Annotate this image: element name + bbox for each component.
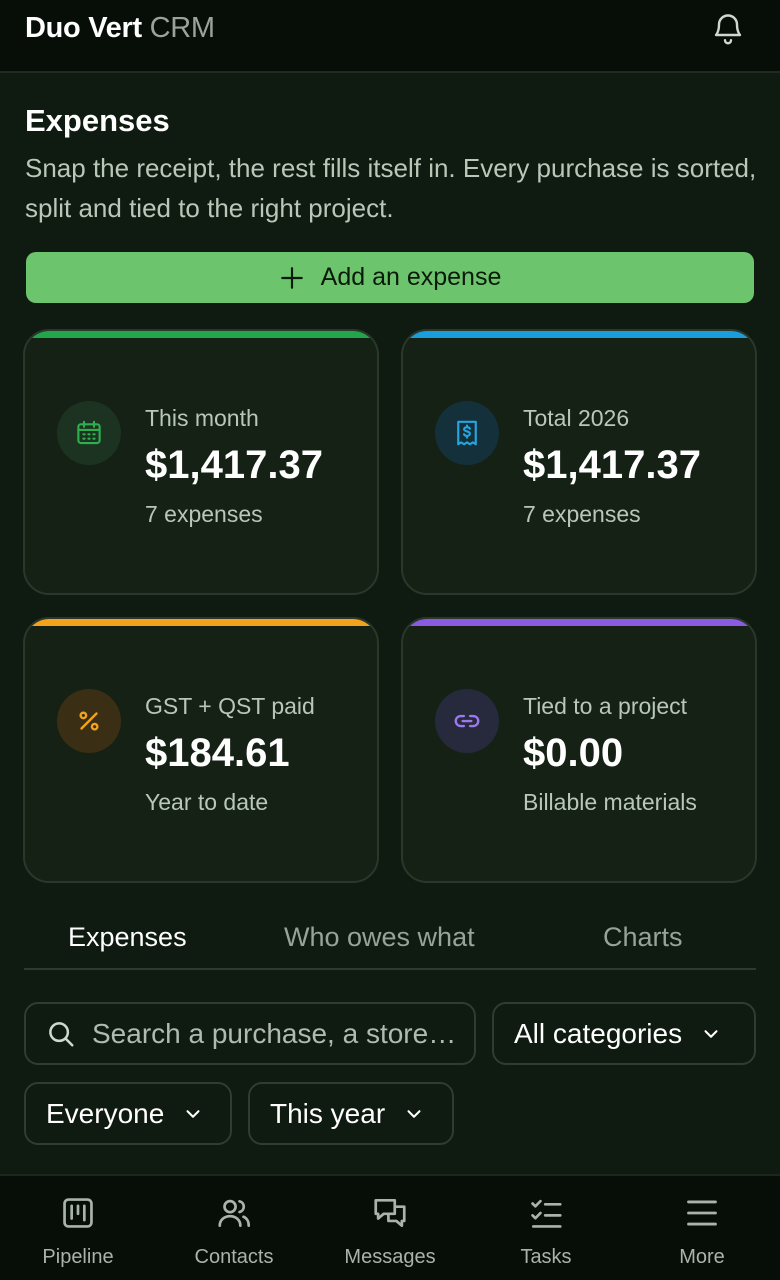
- stat-card-projects: Tied to a project $0.00 Billable materia…: [401, 617, 757, 883]
- chevron-down-icon: [407, 1109, 421, 1118]
- stat-value: $1,417.37: [523, 443, 701, 487]
- period-select[interactable]: This year: [248, 1082, 454, 1145]
- brand-suffix: CRM: [149, 12, 215, 44]
- stat-card-taxes: GST + QST paid $184.61 Year to date: [23, 617, 379, 883]
- stat-label: Tied to a project: [523, 693, 688, 719]
- stat-note: 7 expenses: [145, 501, 263, 527]
- person-select[interactable]: Everyone: [24, 1082, 232, 1145]
- stat-label: GST + QST paid: [145, 693, 315, 719]
- messages-icon: [374, 1198, 406, 1228]
- nav-item-contacts[interactable]: Contacts: [156, 1176, 312, 1280]
- link-icon: [435, 689, 499, 753]
- stat-card-this-month: This month $1,417.37 7 expenses: [23, 329, 379, 595]
- stat-value: $0.00: [523, 731, 624, 775]
- nav-item-messages[interactable]: Messages: [312, 1176, 468, 1280]
- search-box: [24, 1002, 476, 1065]
- stat-label: Total 2026: [523, 405, 630, 431]
- nav-item-more[interactable]: More: [624, 1176, 780, 1280]
- stat-note: Billable materials: [523, 789, 697, 815]
- pipeline-icon: [63, 1198, 93, 1228]
- contacts-icon: [218, 1199, 251, 1228]
- nav-label: Contacts: [194, 1246, 274, 1268]
- nav-item-tasks[interactable]: Tasks: [468, 1176, 624, 1280]
- page-title: Expenses: [25, 103, 170, 138]
- stat-note: 7 expenses: [523, 501, 641, 527]
- category-select[interactable]: All categories: [492, 1002, 756, 1065]
- app-brand[interactable]: Duo Vert CRM: [25, 12, 215, 45]
- top-bar: Duo Vert CRM: [0, 0, 780, 73]
- tab-bar: Expenses Who owes what Charts: [24, 918, 756, 970]
- brand-name: Duo Vert: [25, 12, 142, 44]
- tasks-icon: [531, 1199, 562, 1228]
- tab-who-owes-what[interactable]: Who owes what: [284, 922, 475, 953]
- search-input[interactable]: [92, 1017, 462, 1050]
- add-expense-button[interactable]: Add an expense: [26, 252, 754, 303]
- plus-icon: [280, 266, 303, 289]
- receipt-icon: [435, 401, 499, 465]
- stat-note: Year to date: [145, 789, 269, 815]
- period-select-value: This year: [270, 1097, 386, 1129]
- nav-label: Messages: [344, 1246, 436, 1268]
- tab-expenses[interactable]: Expenses: [68, 922, 187, 953]
- menu-icon: [687, 1200, 717, 1226]
- bottom-navigation: Pipeline Contacts Messages Tasks More: [0, 1174, 780, 1280]
- category-select-value: All categories: [514, 1017, 683, 1049]
- nav-label: Tasks: [520, 1246, 572, 1268]
- stat-value: $1,417.37: [145, 443, 323, 487]
- tab-charts[interactable]: Charts: [603, 922, 683, 953]
- person-select-value: Everyone: [46, 1097, 165, 1129]
- nav-item-pipeline[interactable]: Pipeline: [0, 1176, 156, 1280]
- chevron-down-icon: [186, 1109, 200, 1118]
- search-icon: [49, 1021, 74, 1046]
- calendar-icon: [57, 401, 121, 465]
- nav-label: More: [679, 1246, 725, 1268]
- page-subtitle: Snap the receipt, the rest fills itself …: [25, 153, 757, 223]
- percent-icon: [57, 689, 121, 753]
- bell-icon[interactable]: [710, 11, 746, 47]
- stat-card-total-year: Total 2026 $1,417.37 7 expenses: [401, 329, 757, 595]
- stat-value: $184.61: [145, 731, 290, 775]
- stat-label: This month: [145, 405, 259, 431]
- add-expense-label: Add an expense: [320, 263, 502, 291]
- chevron-down-icon: [704, 1029, 718, 1038]
- nav-label: Pipeline: [42, 1246, 114, 1268]
